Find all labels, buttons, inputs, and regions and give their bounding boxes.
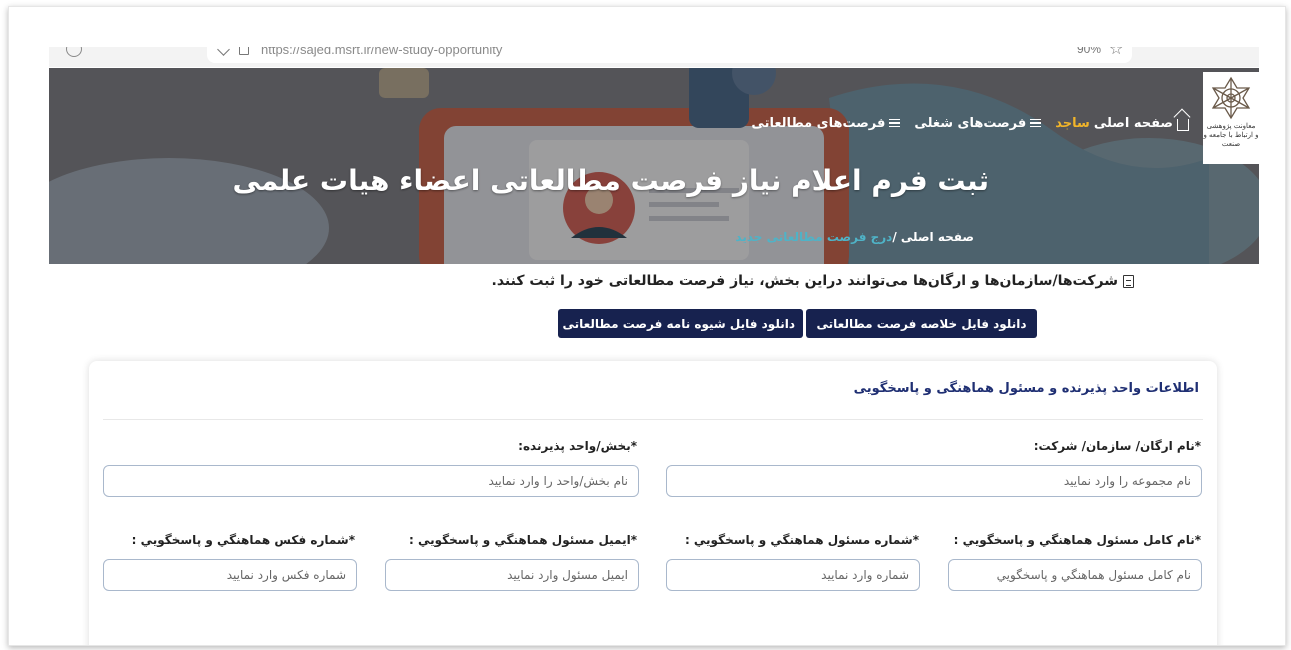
nav-home-label: صفحه اصلی bbox=[1093, 115, 1173, 131]
intro-label: شرکت‌ها/سازمان‌ها و ارگان‌ها می‌توانند د… bbox=[491, 273, 1118, 289]
page-info-icon[interactable] bbox=[239, 47, 249, 55]
form-card: اطلاعات واحد پذیرنده و مسئول هماهنگی و پ… bbox=[89, 361, 1217, 645]
list-icon bbox=[889, 118, 901, 128]
reload-icon[interactable] bbox=[66, 47, 82, 57]
contact-email-input[interactable] bbox=[385, 559, 639, 591]
ministry-logo[interactable]: معاونت پژوهشی و ارتباط با جامعه و صنعت bbox=[1203, 72, 1259, 164]
bookmark-star-icon[interactable]: ☆ bbox=[1109, 47, 1123, 57]
home-icon bbox=[1177, 119, 1189, 131]
org-name-input[interactable] bbox=[666, 465, 1202, 497]
list-icon bbox=[1030, 118, 1042, 128]
browser-toolbar: https://sajed.msrt.ir/new-study-opportun… bbox=[49, 47, 1259, 67]
hero-banner: معاونت پژوهشی و ارتباط با جامعه و صنعت ص… bbox=[49, 68, 1259, 264]
section-title: اطلاعات واحد پذیرنده و مسئول هماهنگی و پ… bbox=[853, 381, 1199, 396]
unit-label: *بخش/واحد پذیرنده: bbox=[518, 439, 637, 453]
contact-name-input[interactable] bbox=[948, 559, 1202, 591]
nav-jobs[interactable]: فرصت‌های شغلی bbox=[914, 115, 1042, 131]
url-text[interactable]: https://sajed.msrt.ir/new-study-opportun… bbox=[261, 47, 502, 57]
nav-jobs-label: فرصت‌های شغلی bbox=[914, 115, 1027, 131]
breadcrumb: صفحه اصلی /درج فرصت مطالعاتی جدید bbox=[609, 230, 974, 244]
document-icon bbox=[1123, 274, 1134, 288]
contact-email-label: *ایمیل مسئول هماهنگي و پاسخگويي : bbox=[409, 533, 637, 547]
fax-label: *شماره فکس هماهنگي و پاسخگويي : bbox=[131, 533, 355, 547]
page-title: ثبت فرم اعلام نیاز فرصت مطالعاتی اعضاء ه… bbox=[232, 164, 989, 197]
download-guide-button[interactable]: دانلود فایل شیوه نامه فرصت مطالعاتی bbox=[558, 309, 803, 338]
top-nav: صفحه اصلی ساجد فرصت‌های شغلی فرصت‌های مط… bbox=[749, 111, 1189, 135]
emblem-icon bbox=[1211, 76, 1251, 120]
org-name-label: *نام ارگان/ سازمان/ شرکت: bbox=[1033, 439, 1201, 453]
contact-phone-label: *شماره مسئول هماهنگي و پاسخگويي : bbox=[684, 533, 919, 547]
download-summary-button[interactable]: دانلود فایل خلاصه فرصت مطالعاتی bbox=[806, 309, 1037, 338]
nav-brand: ساجد bbox=[1055, 115, 1090, 131]
unit-input[interactable] bbox=[103, 465, 639, 497]
section-divider bbox=[103, 419, 1203, 420]
logo-caption: معاونت پژوهشی و ارتباط با جامعه و صنعت bbox=[1203, 122, 1259, 148]
nav-home[interactable]: صفحه اصلی ساجد bbox=[1055, 115, 1189, 131]
breadcrumb-separator: / bbox=[892, 230, 901, 244]
screenshot-frame: https://sajed.msrt.ir/new-study-opportun… bbox=[8, 6, 1286, 646]
fax-input[interactable] bbox=[103, 559, 357, 591]
intro-text: شرکت‌ها/سازمان‌ها و ارگان‌ها می‌توانند د… bbox=[309, 273, 1134, 289]
contact-name-label: *نام کامل مسئول هماهنگي و پاسخگويي : bbox=[953, 533, 1201, 547]
zoom-level[interactable]: 90% bbox=[1077, 47, 1101, 56]
nav-study-label: فرصت‌های مطالعاتی bbox=[751, 115, 886, 131]
contact-phone-input[interactable] bbox=[666, 559, 920, 591]
nav-study[interactable]: فرصت‌های مطالعاتی bbox=[751, 115, 901, 131]
breadcrumb-home[interactable]: صفحه اصلی bbox=[901, 230, 974, 244]
breadcrumb-current: درج فرصت مطالعاتی جدید bbox=[735, 230, 893, 244]
